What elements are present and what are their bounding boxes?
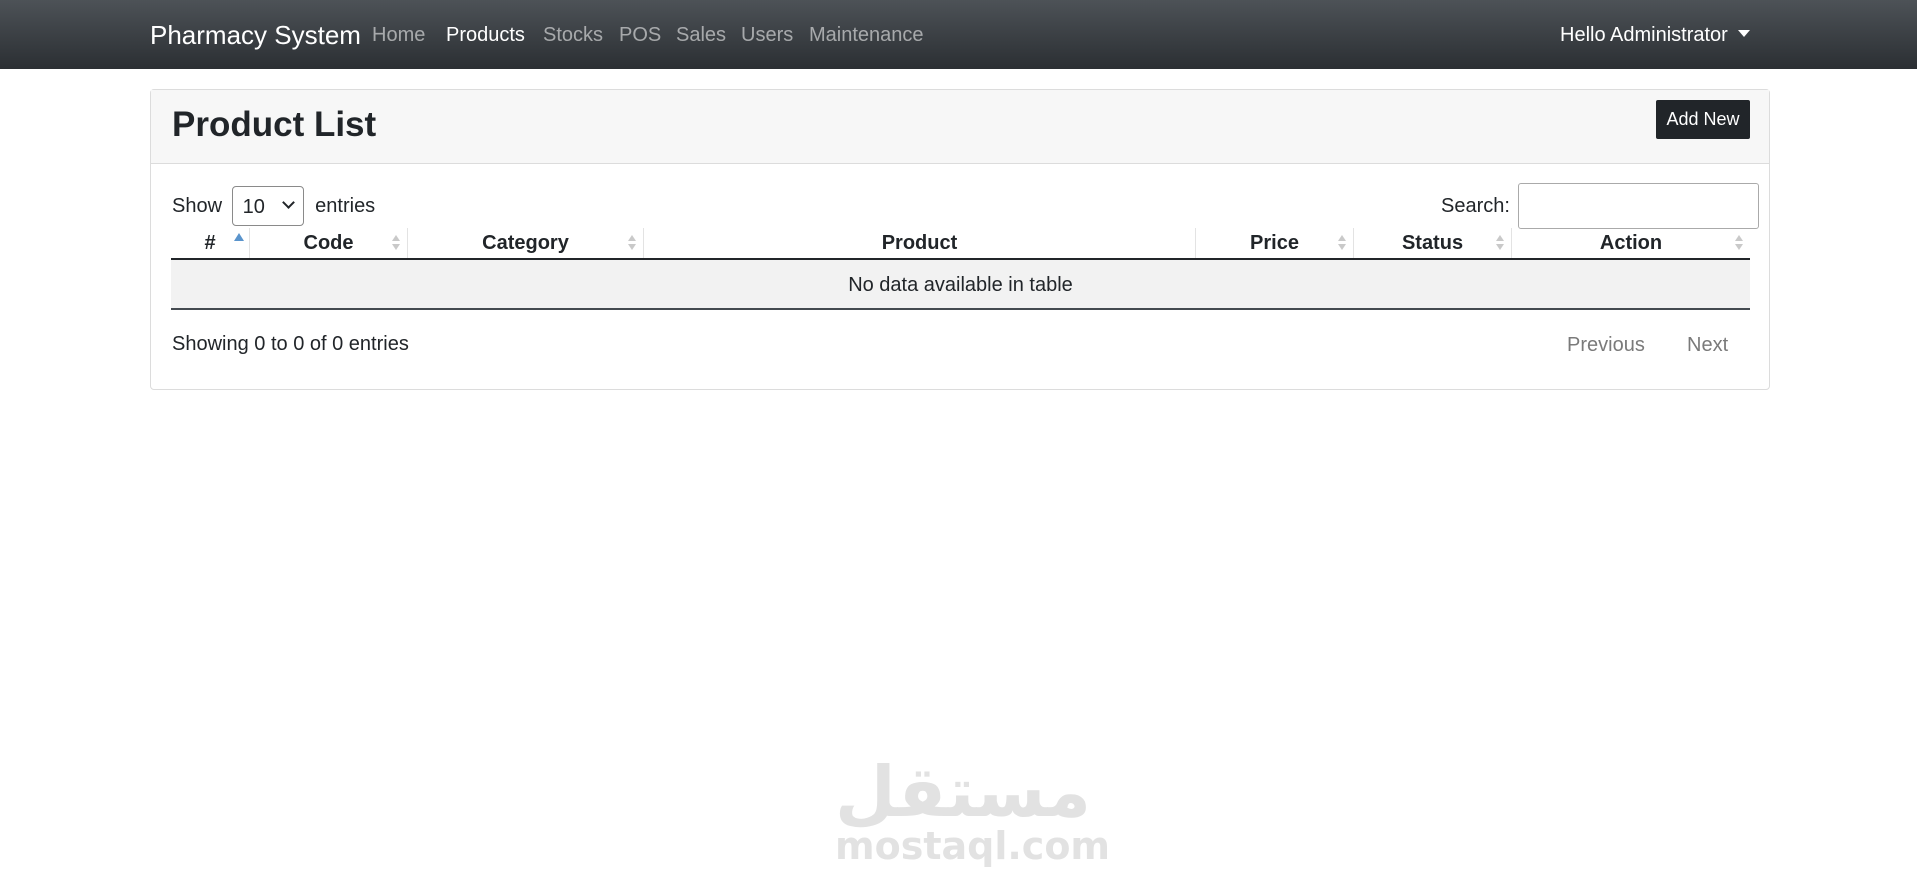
column-header-code[interactable]: Code xyxy=(249,228,407,258)
product-table: # Code Category Product Price Status Act… xyxy=(171,228,1750,310)
brand-logo-text[interactable]: Pharmacy System xyxy=(150,19,361,51)
search-label: Search: xyxy=(1441,194,1510,217)
entries-select[interactable]: 10 xyxy=(231,186,304,226)
user-dropdown[interactable]: Hello Administrator xyxy=(1560,22,1750,48)
watermark-latin-text: mostaql.com xyxy=(835,824,1111,868)
nav-link-products[interactable]: Products xyxy=(446,22,525,48)
sort-ascending-icon xyxy=(234,233,244,252)
entries-label: entries xyxy=(315,195,376,217)
sort-icon xyxy=(628,235,637,252)
column-header-action[interactable]: Action xyxy=(1511,228,1750,258)
table-info: Showing 0 to 0 of 0 entries xyxy=(172,333,409,355)
show-label: Show xyxy=(172,195,223,217)
entries-length-control: Show 10 entries xyxy=(172,186,375,226)
page-title: Product List xyxy=(172,105,377,144)
column-header-label: Code xyxy=(303,232,354,254)
nav-link-sales[interactable]: Sales xyxy=(676,22,726,48)
column-header-product: Product xyxy=(643,228,1195,258)
column-header-category[interactable]: Category xyxy=(407,228,643,258)
empty-table-row: No data available in table xyxy=(171,260,1750,310)
nav-link-users[interactable]: Users xyxy=(741,22,793,48)
column-header-label: Category xyxy=(482,232,569,254)
column-header-status[interactable]: Status xyxy=(1353,228,1511,258)
column-header-label: Product xyxy=(881,232,958,254)
caret-down-icon xyxy=(1737,30,1750,37)
nav-link-pos[interactable]: POS xyxy=(619,22,661,48)
add-new-button[interactable]: Add New xyxy=(1656,100,1750,139)
card-header: Product List Add New xyxy=(151,90,1769,164)
table-search: Search: xyxy=(1441,183,1760,229)
column-header-label: Price xyxy=(1250,232,1299,254)
column-header-price[interactable]: Price xyxy=(1195,228,1353,258)
column-header-number[interactable]: # xyxy=(171,228,249,258)
chevron-down-icon xyxy=(281,196,295,209)
entries-select-value: 10 xyxy=(242,196,265,218)
product-list-card: Product List Add New Show 10 entries Sea… xyxy=(150,89,1770,390)
nav-link-stocks[interactable]: Stocks xyxy=(543,22,603,48)
sort-icon xyxy=(1338,235,1347,252)
sort-icon xyxy=(392,235,401,252)
table-header: # Code Category Product Price Status Act… xyxy=(171,228,1750,260)
nav-link-maintenance[interactable]: Maintenance xyxy=(809,22,924,48)
column-header-label: Action xyxy=(1599,232,1663,254)
sort-icon xyxy=(1496,235,1505,252)
mostaql-watermark: مستقل mostaql.com xyxy=(835,750,1111,870)
column-header-label: Status xyxy=(1401,232,1464,254)
nav-link-home[interactable]: Home xyxy=(372,22,425,48)
top-navbar: Pharmacy System Home Products Stocks POS… xyxy=(0,0,1917,69)
previous-page-button[interactable]: Previous xyxy=(1567,331,1645,359)
column-header-label: # xyxy=(204,232,216,254)
watermark-arabic-text: مستقل xyxy=(835,751,1092,833)
user-dropdown-label: Hello Administrator xyxy=(1560,24,1728,46)
sort-icon xyxy=(1735,235,1744,252)
search-input[interactable] xyxy=(1518,183,1760,229)
next-page-button[interactable]: Next xyxy=(1687,331,1728,359)
